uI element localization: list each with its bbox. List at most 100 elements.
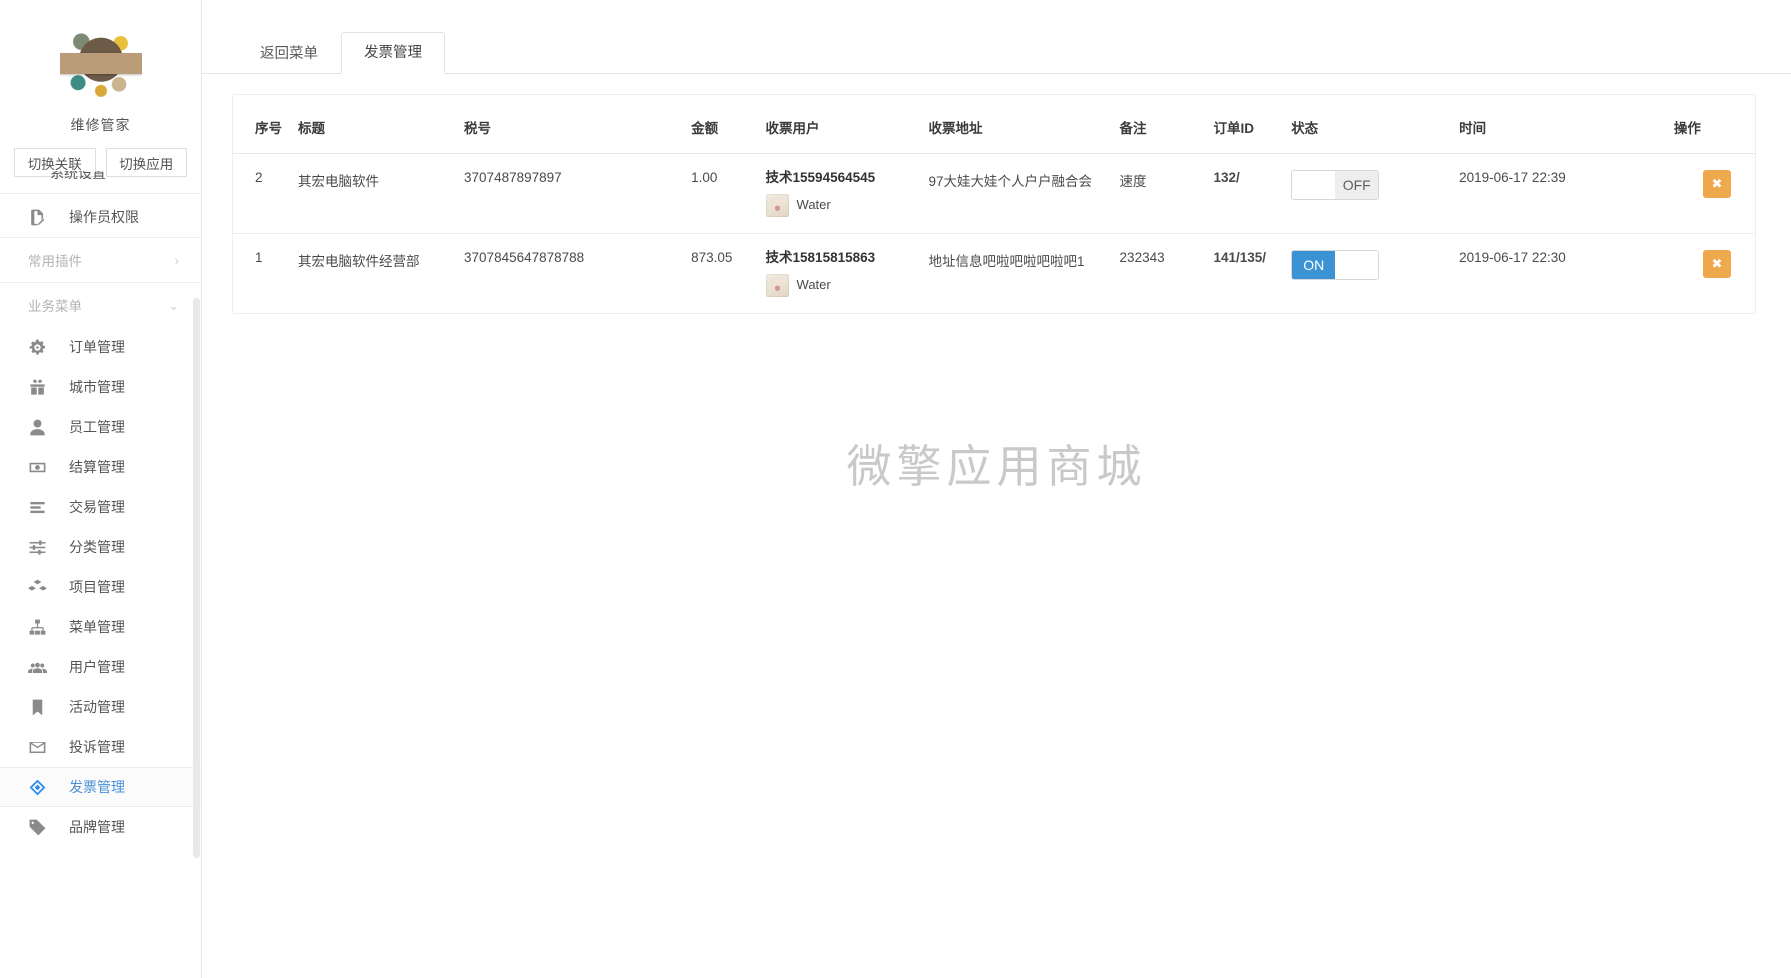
toggle-label: ON xyxy=(1292,250,1336,279)
sidebar-item-label: 系统设置 xyxy=(50,171,106,181)
user-avatar-thumb-icon xyxy=(765,193,789,217)
logo-plank xyxy=(59,53,142,75)
table-body: 2 其宏电脑软件 3707487897897 1.00 技术1559456454… xyxy=(233,153,1755,313)
cell-title: 其宏电脑软件经营部 xyxy=(298,253,420,269)
sidebar-item-label: 分类管理 xyxy=(69,539,125,555)
sidebar-item-order-management[interactable]: 订单管理 xyxy=(0,327,201,367)
sidebar-group-label: 业务菜单 xyxy=(28,299,82,314)
sidebar-item-category-management[interactable]: 分类管理 xyxy=(0,527,201,567)
sidebar-group-business[interactable]: 业务菜单 ⌄ xyxy=(0,283,201,327)
cell-time: 2019-06-17 22:30 xyxy=(1459,249,1566,265)
sidebar-item-staff-management[interactable]: 员工管理 xyxy=(0,407,201,447)
sidebar-header: 维修管家 切换关联 切换应用 xyxy=(0,0,201,194)
sitemap-icon xyxy=(28,618,47,637)
toggle-knob xyxy=(1292,171,1336,199)
main-content: 返回菜单 发票管理 序号 标题 税号 金额 收票用户 收票地址 备注 订单ID … xyxy=(202,0,1791,978)
invoice-table-panel: 序号 标题 税号 金额 收票用户 收票地址 备注 订单ID 状态 时间 操作 2… xyxy=(232,94,1756,314)
th-user: 收票用户 xyxy=(757,95,921,154)
sidebar-item-city-management[interactable]: 城市管理 xyxy=(0,367,201,407)
sidebar-item-user-management[interactable]: 用户管理 xyxy=(0,647,201,687)
chevron-down-icon: ⌄ xyxy=(168,297,179,313)
sidebar-item-label: 项目管理 xyxy=(69,579,125,595)
sidebar-item-activity-management[interactable]: 活动管理 xyxy=(0,687,201,727)
cell-seq: 2 xyxy=(233,153,290,234)
toggle-label: OFF xyxy=(1335,171,1379,199)
cell-time: 2019-06-17 22:39 xyxy=(1451,153,1666,234)
cell-tax-no: 3707845647878788 xyxy=(464,249,585,265)
sidebar-scroll-area[interactable]: 系统设置 操作员权限 常用插件 › 业务菜单 ⌄ 订单管理 城市管理 员工管理 … xyxy=(0,171,201,978)
sidebar-item-operator-permission[interactable]: 操作员权限 xyxy=(0,197,201,237)
th-note: 备注 xyxy=(1111,95,1206,154)
cell-order-id: 141/135/ xyxy=(1213,249,1267,265)
invoice-table: 序号 标题 税号 金额 收票用户 收票地址 备注 订单ID 状态 时间 操作 2… xyxy=(233,95,1755,313)
sidebar-item-label: 发票管理 xyxy=(69,779,125,795)
sidebar-item-label: 员工管理 xyxy=(69,419,125,435)
user-sub-name: Water xyxy=(796,277,831,293)
table-header-row: 序号 标题 税号 金额 收票用户 收票地址 备注 订单ID 状态 时间 操作 xyxy=(233,95,1755,154)
delete-button[interactable]: ✖ xyxy=(1703,170,1731,198)
cell-status: OFF xyxy=(1283,153,1452,234)
toggle-knob xyxy=(1335,250,1379,279)
sidebar: 维修管家 切换关联 切换应用 系统设置 操作员权限 常用插件 › 业务菜单 ⌄ … xyxy=(0,0,202,978)
th-tax-no: 税号 xyxy=(456,95,684,154)
th-status: 状态 xyxy=(1283,95,1452,154)
status-toggle[interactable]: OFF xyxy=(1291,170,1380,200)
cell-status: ON xyxy=(1283,233,1451,312)
cell-actions: ✖ xyxy=(1665,153,1755,234)
sidebar-scrollbar[interactable] xyxy=(193,298,200,858)
sidebar-group-label: 常用插件 xyxy=(28,254,82,269)
user-sub-name: Water xyxy=(796,197,831,213)
sidebar-item-label: 用户管理 xyxy=(69,659,125,675)
cell-amount: 1.00 xyxy=(683,153,758,234)
sidebar-item-label: 交易管理 xyxy=(69,499,125,515)
sliders-icon xyxy=(28,538,47,557)
sidebar-item-label: 菜单管理 xyxy=(69,619,125,635)
sidebar-item-label: 结算管理 xyxy=(69,459,125,475)
banknote-icon xyxy=(28,458,47,477)
sidebar-item-brand-management[interactable]: 品牌管理 xyxy=(0,807,201,847)
cell-note: 速度 xyxy=(1111,153,1206,234)
table-row: 2 其宏电脑软件 3707487897897 1.00 技术1559456454… xyxy=(233,153,1755,234)
cell-note: 232343 xyxy=(1119,249,1165,265)
cell-address: 地址信息吧啦吧啦吧啦吧1 xyxy=(928,253,1085,269)
watermark: 微擎应用商城 xyxy=(846,441,1147,492)
cell-amount: 873.05 xyxy=(691,249,733,265)
table-header: 序号 标题 税号 金额 收票用户 收票地址 备注 订单ID 状态 时间 操作 xyxy=(233,95,1755,154)
sidebar-item-label: 城市管理 xyxy=(69,379,125,395)
app-name: 维修管家 xyxy=(70,117,131,133)
tag-icon xyxy=(28,818,47,837)
th-amount: 金额 xyxy=(683,95,758,154)
sidebar-item-complaint-management[interactable]: 投诉管理 xyxy=(0,727,201,767)
cell-address: 97大娃大娃个人户户融合会 xyxy=(920,153,1112,234)
sidebar-item-label: 投诉管理 xyxy=(69,739,125,755)
status-toggle[interactable]: ON xyxy=(1291,249,1380,280)
gift-icon xyxy=(28,378,47,397)
sidebar-item-project-management[interactable]: 项目管理 xyxy=(0,567,201,607)
sidebar-group-plugins[interactable]: 常用插件 › xyxy=(0,238,201,282)
th-seq: 序号 xyxy=(233,95,290,154)
cell-actions: ✖ xyxy=(1666,233,1755,312)
gear-icon xyxy=(28,338,47,357)
sidebar-item-invoice-management[interactable]: 发票管理 xyxy=(0,767,201,807)
tab-invoice-management[interactable]: 发票管理 xyxy=(341,32,445,74)
document-pen-icon xyxy=(28,208,47,227)
sidebar-item-settlement-management[interactable]: 结算管理 xyxy=(0,447,201,487)
boxes-icon xyxy=(28,578,47,597)
tools-repair-logo-icon xyxy=(59,22,142,104)
user-name: 技术15815815863 xyxy=(765,249,876,265)
table-row: 1 其宏电脑软件经营部 3707845647878788 873.05 技术15… xyxy=(233,233,1755,312)
cell-order-id: 132/ xyxy=(1205,153,1284,234)
th-time: 时间 xyxy=(1451,95,1666,154)
user-avatar-thumb-icon xyxy=(765,273,789,297)
tab-back-to-menu[interactable]: 返回菜单 xyxy=(237,33,341,74)
list-lines-icon xyxy=(28,498,47,517)
sidebar-item-partial-top[interactable]: 系统设置 xyxy=(0,171,201,197)
user-name: 技术15594564545 xyxy=(765,170,876,185)
app-root: 维修管家 切换关联 切换应用 系统设置 操作员权限 常用插件 › 业务菜单 ⌄ … xyxy=(0,0,1791,978)
th-order-id: 订单ID xyxy=(1205,95,1284,154)
delete-button[interactable]: ✖ xyxy=(1703,249,1731,278)
sidebar-item-menu-management[interactable]: 菜单管理 xyxy=(0,607,201,647)
sidebar-item-transaction-management[interactable]: 交易管理 xyxy=(0,487,201,527)
th-title: 标题 xyxy=(290,95,457,154)
sidebar-item-label: 订单管理 xyxy=(69,339,125,355)
